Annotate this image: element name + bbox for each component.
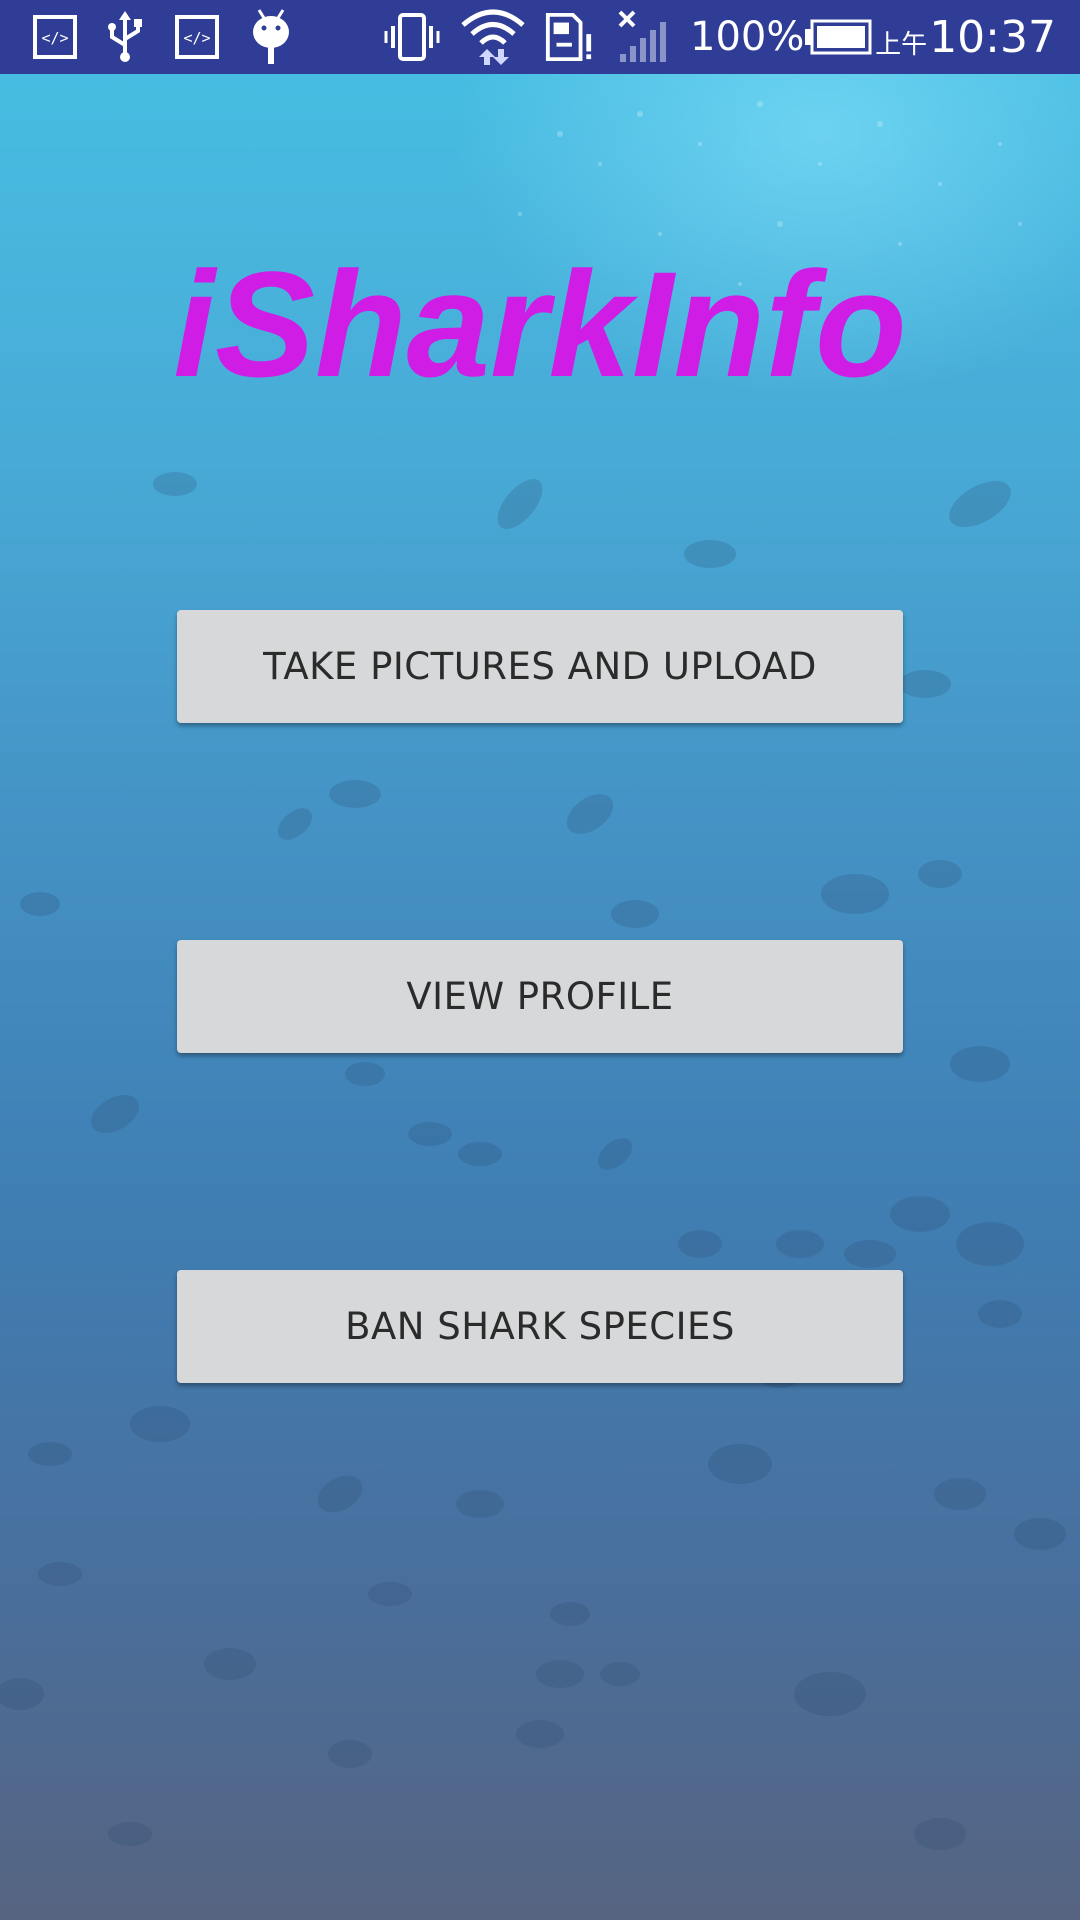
sd-card-alert-icon <box>544 0 594 74</box>
app-screen: iSharkInfo TAKE PICTURES AND UPLOAD VIEW… <box>0 74 1080 1920</box>
vibrate-icon <box>384 0 440 74</box>
battery-icon <box>804 0 872 74</box>
usb-icon <box>100 0 150 74</box>
code-icon: </> <box>30 0 80 74</box>
wifi-icon <box>460 0 526 74</box>
signal-no-sim-icon <box>614 0 674 74</box>
svg-text:</>: </> <box>183 29 210 47</box>
app-title: iSharkInfo <box>173 240 907 408</box>
view-profile-button[interactable]: VIEW PROFILE <box>177 940 903 1053</box>
ban-shark-species-button[interactable]: BAN SHARK SPECIES <box>177 1270 903 1383</box>
code-icon: </> <box>172 0 222 74</box>
clock-ampm: 上午 <box>875 29 928 60</box>
clock-time: 10:37 <box>929 11 1056 63</box>
take-pictures-upload-button[interactable]: TAKE PICTURES AND UPLOAD <box>177 610 903 723</box>
svg-text:</>: </> <box>41 29 68 47</box>
android-debug-icon <box>246 0 296 74</box>
battery-percent: 100% <box>690 14 805 60</box>
status-bar: </> </> 100% 上午 10:37 <box>0 0 1080 74</box>
status-clock: 上午 10:37 <box>875 0 1056 74</box>
